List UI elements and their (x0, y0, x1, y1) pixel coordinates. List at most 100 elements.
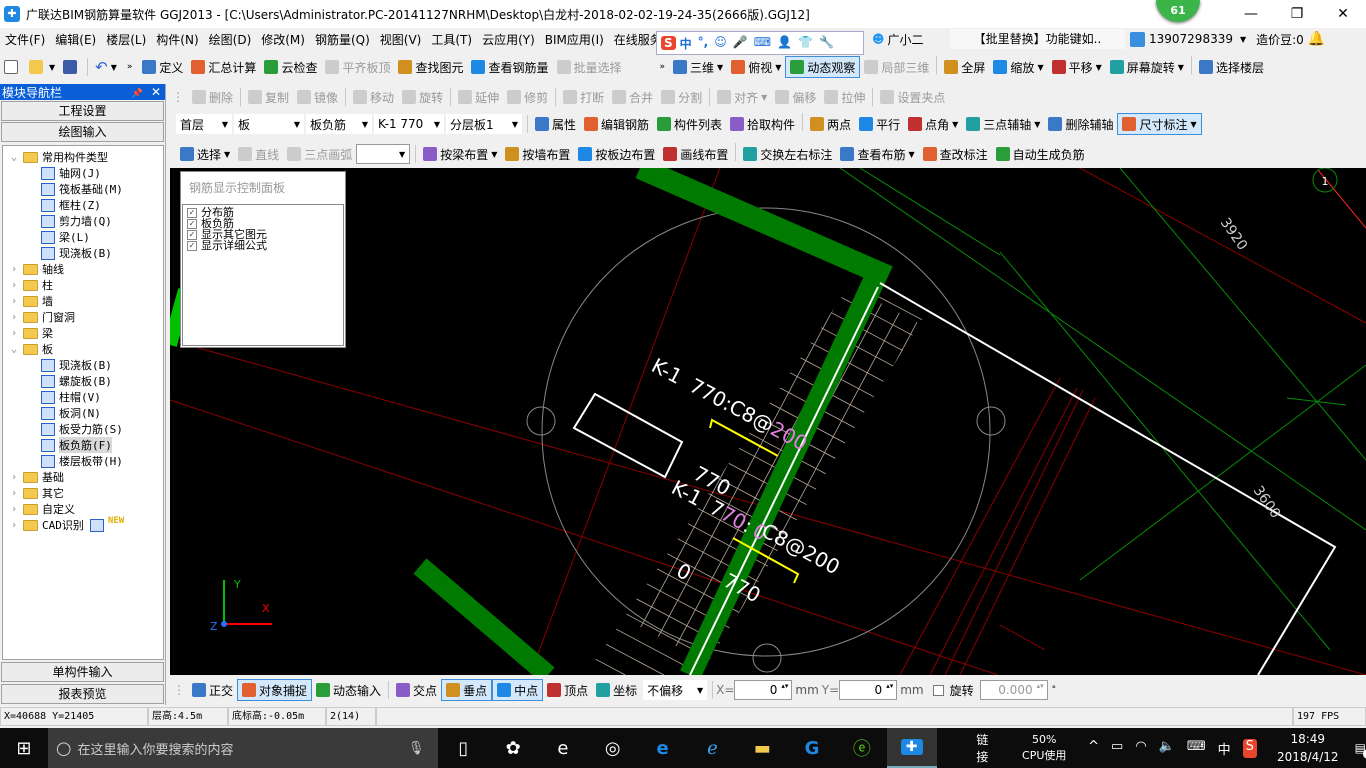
btn-toolbar1-right-2[interactable]: 动态观察 (785, 56, 861, 78)
menu-item[interactable]: 楼层(L) (101, 31, 151, 48)
tree-item[interactable]: 现浇板(B) (41, 357, 112, 373)
menu-item[interactable]: 绘图(D) (204, 31, 257, 48)
tree-item[interactable]: › 梁 (11, 325, 53, 341)
ime-tool-icon[interactable]: ⌨ (754, 35, 771, 52)
ime-indicator[interactable]: 中 (1218, 739, 1231, 758)
close-button[interactable]: ✕ (1320, 0, 1366, 28)
minimize-button[interactable]: — (1228, 0, 1274, 28)
btn-toolbar4-buttons-5[interactable]: 按板边布置 (574, 143, 659, 165)
ime-tool-icon[interactable]: ☺ (714, 35, 727, 52)
pin-icon[interactable]: 📌 (132, 89, 143, 99)
tree-item[interactable]: ⌄ 常用构件类型 (11, 149, 108, 165)
ime-tool-icon[interactable]: °, (698, 35, 709, 52)
btn-toolbar2-items-5[interactable]: 延伸 (454, 86, 503, 108)
undo-button[interactable]: ↶ ▼ (91, 56, 121, 78)
tree-item[interactable]: 螺旋板(B) (41, 373, 112, 389)
chevron-right-icon[interactable]: › (11, 520, 23, 531)
btn-toolbar3-buttons-8[interactable]: 删除辅轴 (1044, 113, 1117, 135)
new-file-button[interactable] (0, 56, 25, 78)
btn-toolbar1-left-5[interactable]: 查看钢筋量 (467, 56, 552, 78)
btn-toolbar1-right-7[interactable]: 屏幕旋转 ▼ (1106, 56, 1188, 78)
chevron-down-icon[interactable]: ⌄ (11, 344, 23, 355)
tree-item[interactable]: 剪力墙(Q) (41, 213, 112, 229)
nav-report-preview[interactable]: 报表预览 (1, 684, 164, 704)
menu-item[interactable]: 钢筋量(Q) (310, 31, 375, 48)
chevron-up-icon[interactable]: ^ (1088, 739, 1099, 758)
ime-tool-icon[interactable]: 🔧 (819, 35, 834, 52)
checkbox[interactable]: ✓ (187, 207, 197, 218)
menu-item[interactable]: 工具(T) (426, 31, 477, 48)
tree-item[interactable]: 柱帽(V) (41, 389, 101, 405)
ime-tool-icon[interactable]: 👕 (798, 35, 813, 52)
menu-item[interactable]: BIM应用(I) (540, 31, 609, 48)
menu-item[interactable]: 视图(V) (375, 31, 427, 48)
btn-toolbar2-items-4[interactable]: 旋转 (398, 86, 447, 108)
tree-item[interactable]: 楼层板带(H) (41, 453, 123, 469)
keyboard-icon[interactable]: ⌨ (1187, 739, 1206, 758)
tree-item[interactable]: 筏板基础(M) (41, 181, 123, 197)
btn-toolbar2-items-8[interactable]: 合并 (608, 86, 657, 108)
btn-toolbar4-buttons-9[interactable]: 查改标注 (919, 143, 992, 165)
btn-toolbar1-right-1[interactable]: 俯视 ▼ (727, 56, 785, 78)
chevron-right-icon[interactable]: › (11, 328, 23, 339)
mic-icon[interactable]: 🎙 (408, 741, 425, 756)
btn-toolbar4-buttons-7[interactable]: 交换左右标注 (739, 143, 836, 165)
chevron-right-icon[interactable]: › (11, 504, 23, 515)
ime-tool-icon[interactable]: 中 (680, 35, 692, 52)
btn-toolbar1-left-2[interactable]: 云检查 (260, 56, 321, 78)
notification-button[interactable]: ▤2 (1355, 741, 1366, 759)
btn-toolbar3-buttons-7[interactable]: 三点辅轴 ▼ (962, 113, 1044, 135)
btn-bottom-buttons-4[interactable]: 垂点 (441, 679, 493, 701)
link-toolbar[interactable]: 链接 (976, 731, 1000, 765)
btn-toolbar4-buttons-4[interactable]: 按墙布置 (501, 143, 574, 165)
btn-toolbar2-items-10[interactable]: 对齐 ▼ (713, 86, 771, 108)
select-0[interactable]: 首层 ▼ (176, 114, 232, 134)
btn-bottom-buttons-3[interactable]: 交点 (392, 679, 441, 701)
nav-drawing-input[interactable]: 绘图输入 (1, 122, 164, 142)
menu-item[interactable]: 云应用(Y) (477, 31, 540, 48)
taskbar-search[interactable]: ○ 在这里输入你要搜索的内容 🎙 (47, 728, 439, 768)
chevron-right-icon[interactable]: › (11, 280, 23, 291)
battery-icon[interactable]: ▭ (1111, 739, 1123, 758)
score-badge[interactable]: 61 (1156, 0, 1200, 22)
btn-toolbar4-buttons-3[interactable]: 按梁布置 ▼ (419, 143, 501, 165)
maximize-button[interactable]: ❐ (1274, 0, 1320, 28)
ggj-app-icon[interactable]: ✚ (886, 728, 937, 768)
btn-toolbar1-right-4[interactable]: 全屏 (940, 56, 989, 78)
btn-toolbar1-left-4[interactable]: 查找图元 (394, 56, 467, 78)
btn-toolbar1-right-6[interactable]: 平移 ▼ (1048, 56, 1106, 78)
sogou-tray-icon[interactable]: S (1242, 738, 1257, 758)
tree-item[interactable]: › 门窗洞 (11, 309, 75, 325)
btn-toolbar1-left-0[interactable]: 定义 (138, 56, 187, 78)
internet-explorer-icon[interactable]: ℯ (687, 728, 737, 768)
tree-item[interactable]: 轴网(J) (41, 165, 101, 181)
btn-toolbar2-items-6[interactable]: 修剪 (503, 86, 552, 108)
edge-icon[interactable]: e (638, 728, 688, 768)
chevron-right-icon[interactable]: › (11, 488, 23, 499)
tree-item[interactable]: 板负筋(F) (41, 437, 112, 453)
select-1[interactable]: 板 ▼ (234, 114, 304, 134)
tree-item[interactable]: 板受力筋(S) (41, 421, 123, 437)
btn-bottom-buttons-2[interactable]: 动态输入 (312, 679, 385, 701)
btn-toolbar4-buttons-6[interactable]: 画线布置 (659, 143, 732, 165)
btn-toolbar4-buttons-1[interactable]: 直线 (234, 143, 283, 165)
tree-item[interactable]: › 轴线 (11, 261, 64, 277)
btn-toolbar2-items-12[interactable]: 拉伸 (820, 86, 869, 108)
ie-app-icon[interactable]: e (538, 728, 588, 768)
btn-toolbar1-left-1[interactable]: 汇总计算 (187, 56, 260, 78)
chevron-right-icon[interactable]: › (11, 472, 23, 483)
btn-toolbar2-items-11[interactable]: 偏移 (771, 86, 820, 108)
btn-toolbar4-buttons-2[interactable]: 三点画弧 (283, 143, 356, 165)
btn-bottom-buttons-1[interactable]: 对象捕捉 (237, 679, 313, 701)
btn-toolbar3-buttons-3[interactable]: 拾取构件 (726, 113, 799, 135)
checkbox[interactable]: ✓ (187, 218, 197, 229)
tree-item[interactable]: › 基础 (11, 469, 64, 485)
clock[interactable]: 18:49 2018/4/12 (1273, 730, 1343, 766)
ime-tool-icon[interactable]: 🎤 (733, 35, 748, 52)
btn-bottom-buttons-0[interactable]: 正交 (188, 679, 237, 701)
btn-toolbar3-buttons-5[interactable]: 平行 (855, 113, 904, 135)
btn-toolbar1-right-0[interactable]: 三维 ▼ (669, 56, 727, 78)
glodon-g-icon[interactable]: G (787, 728, 837, 768)
x-input[interactable]: 0 (734, 680, 793, 700)
btn-toolbar1-left-3[interactable]: 平齐板顶 (321, 56, 394, 78)
